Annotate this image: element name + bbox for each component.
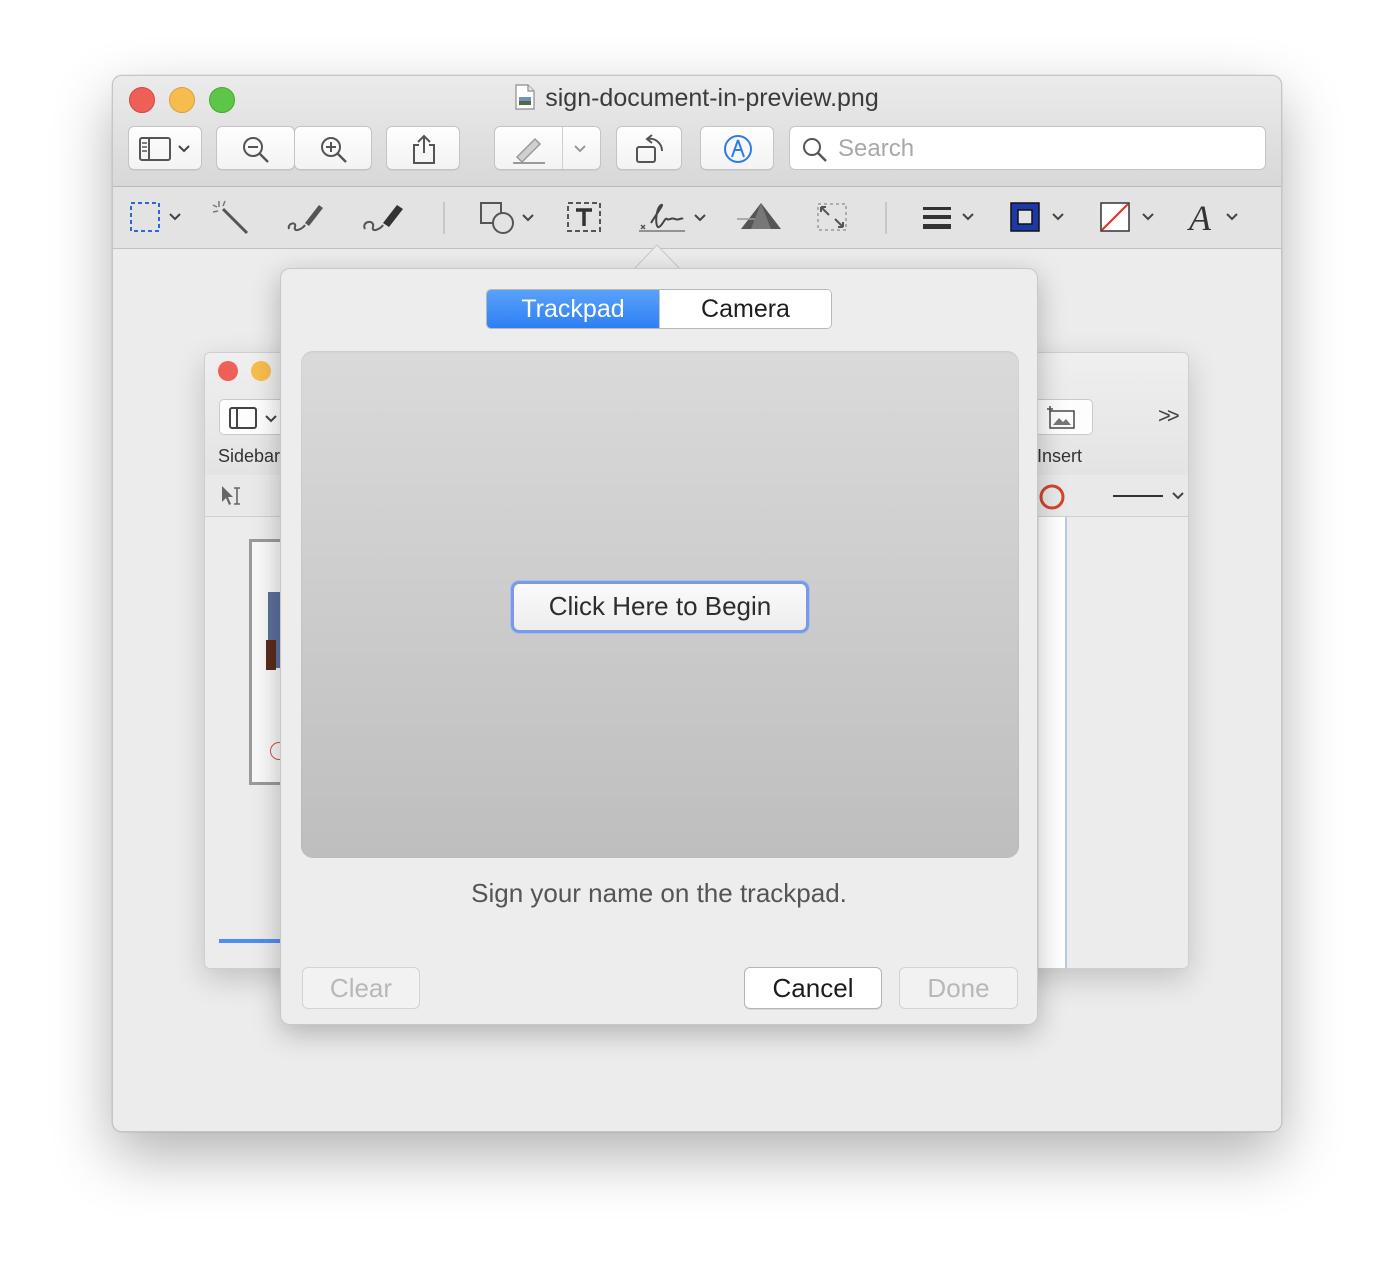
highlighter-icon (513, 137, 545, 164)
markup-pen-icon (724, 135, 752, 163)
line-weight-icon (923, 207, 951, 229)
sketch-tool-button[interactable] (285, 199, 327, 240)
cancel-button[interactable]: Cancel (744, 967, 882, 1009)
no-fill-icon (1100, 202, 1130, 232)
chevron-down-icon (1226, 213, 1238, 221)
shapes-tool-button[interactable] (479, 199, 541, 240)
clear-button[interactable]: Clear (302, 967, 420, 1009)
zoom-in-button[interactable] (294, 126, 372, 170)
insert-image-icon (1047, 406, 1075, 429)
resize-icon (817, 203, 847, 231)
bg-insert-label: Insert (1037, 446, 1083, 466)
share-icon (413, 134, 435, 164)
selection-tool-button[interactable] (129, 199, 189, 240)
draw-pen-icon (363, 205, 403, 232)
signature-instruction-text: Sign your name on the trackpad. (471, 878, 847, 908)
highlight-button[interactable] (494, 126, 601, 170)
sidebar-icon (139, 137, 171, 161)
trackpad-signature-area[interactable]: Click Here to Begin (301, 351, 1019, 858)
chevron-down-icon (1052, 213, 1064, 221)
shapes-icon (480, 202, 514, 234)
circle-shape-icon[interactable] (1038, 483, 1066, 511)
search-icon (803, 138, 827, 162)
chevron-down-icon (169, 213, 181, 221)
rotate-button[interactable] (616, 126, 682, 170)
bg-minimize-window-button[interactable] (251, 361, 271, 381)
bg-insert-media-button[interactable] (1031, 399, 1093, 435)
chevron-down-icon (1142, 213, 1154, 221)
chevron-down-icon (178, 145, 190, 153)
done-button[interactable]: Done (899, 967, 1018, 1009)
bg-toolbar-overflow-button[interactable]: >> (1158, 403, 1180, 429)
tab-camera[interactable]: Camera (659, 290, 831, 328)
line-style-icon[interactable] (1111, 488, 1185, 504)
chevron-down-icon (962, 213, 974, 221)
text-box-icon (567, 202, 601, 232)
text-style-button[interactable]: A (1187, 198, 1249, 240)
bg-document-page (1039, 517, 1067, 968)
zoom-out-icon (243, 137, 269, 163)
click-here-to-begin-button[interactable]: Click Here to Begin (511, 581, 809, 633)
search-input[interactable] (836, 133, 1240, 165)
zoom-out-button[interactable] (216, 126, 295, 170)
popover-arrow (634, 244, 680, 270)
share-button[interactable] (386, 126, 460, 170)
adjust-color-button[interactable] (737, 199, 785, 240)
rectangular-selection-icon (130, 202, 160, 232)
window-title: sign-document-in-preview.png (545, 84, 879, 112)
markup-toolbar-button[interactable] (700, 126, 774, 170)
window-title-area: sign-document-in-preview.png (113, 84, 1281, 113)
text-tool-button[interactable] (565, 199, 603, 240)
bg-progress-line (219, 939, 289, 943)
signature-source-segmented-control: Trackpad Camera (486, 289, 832, 329)
sidebar-icon (229, 407, 257, 429)
border-color-icon (1010, 202, 1040, 232)
signature-popover: Trackpad Camera Click Here to Begin Sign… (280, 268, 1038, 1025)
chevron-down-icon (522, 214, 534, 222)
chevron-down-icon (694, 214, 706, 222)
title-bar: sign-document-in-preview.png (113, 76, 1281, 187)
bg-sidebar-label: Sidebar (218, 446, 281, 466)
fill-color-button[interactable] (1099, 199, 1163, 240)
chevron-down-icon (574, 145, 586, 153)
chevron-down-icon (265, 415, 277, 423)
prism-icon (737, 203, 781, 229)
border-color-button[interactable] (1009, 199, 1073, 240)
png-document-icon (515, 84, 535, 110)
adjust-size-button[interactable] (815, 199, 849, 240)
signature-icon (639, 203, 685, 232)
pointer-text-icon (222, 486, 240, 505)
tab-trackpad[interactable]: Trackpad (487, 290, 659, 328)
search-field[interactable] (789, 126, 1266, 170)
magic-wand-icon (212, 200, 249, 235)
line-style-button[interactable] (921, 199, 983, 240)
bg-close-window-button[interactable] (218, 361, 238, 381)
sign-tool-button[interactable] (637, 199, 713, 240)
markup-toolbar: A (113, 187, 1281, 249)
rotate-left-icon (636, 134, 664, 163)
zoom-in-icon (321, 137, 347, 163)
view-menu-button[interactable] (128, 126, 202, 170)
draw-tool-button[interactable] (361, 199, 407, 240)
font-style-icon: A (1187, 199, 1212, 235)
bg-sidebar-button[interactable] (219, 399, 289, 435)
sketch-pen-icon (287, 205, 323, 232)
instant-alpha-button[interactable] (211, 199, 251, 240)
